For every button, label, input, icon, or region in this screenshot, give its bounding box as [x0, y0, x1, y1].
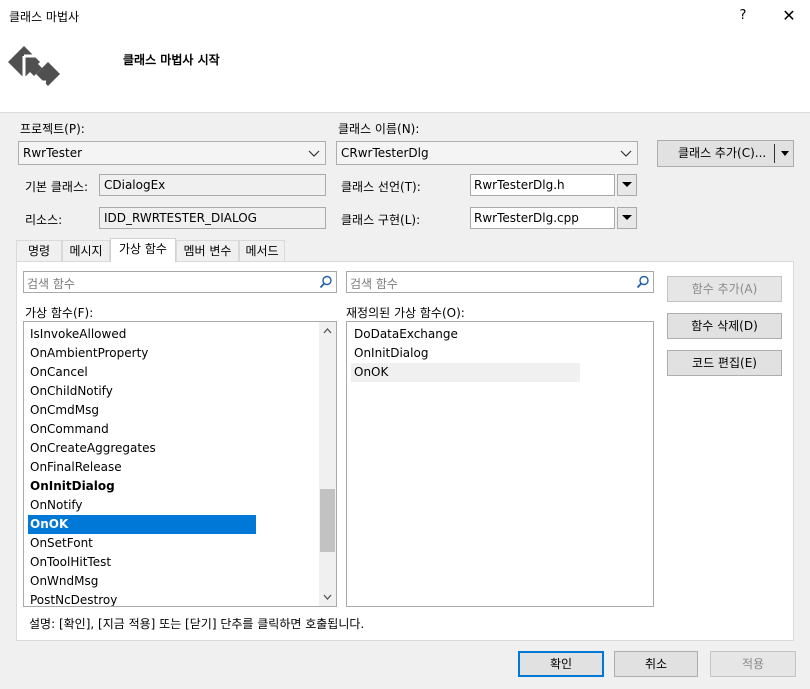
- project-value: RwrTester: [23, 146, 83, 160]
- project-label: 프로젝트(P):: [20, 122, 85, 136]
- delete-function-button[interactable]: 함수 삭제(D): [667, 313, 782, 339]
- caret-down-icon: [622, 182, 632, 187]
- list-item[interactable]: OnCmdMsg: [30, 401, 99, 420]
- cancel-button[interactable]: 취소: [614, 651, 698, 677]
- class-wizard-logo-icon: [6, 38, 62, 94]
- class-impl-field[interactable]: RwrTesterDlg.cpp: [470, 207, 615, 229]
- list-item[interactable]: OnCancel: [30, 363, 88, 382]
- list-item[interactable]: OnChildNotify: [30, 382, 113, 401]
- list-item[interactable]: OnSetFont: [30, 534, 93, 553]
- scrollbar-thumb[interactable]: [320, 489, 335, 552]
- virtual-functions-label: 가상 함수(F):: [25, 306, 94, 320]
- class-impl-label: 클래스 구현(L):: [341, 213, 421, 227]
- list-item[interactable]: OnInitDialog: [354, 344, 428, 363]
- virtual-functions-list[interactable]: IsInvokeAllowed OnAmbientProperty OnCanc…: [23, 321, 337, 607]
- class-impl-dropdown-button[interactable]: [617, 207, 637, 229]
- title-bar: [0, 0, 810, 32]
- list-item[interactable]: PostNcDestroy: [30, 591, 117, 606]
- class-name-combo[interactable]: CRwrTesterDlg: [336, 141, 638, 165]
- header-title: 클래스 마법사 시작: [123, 53, 220, 67]
- add-class-split-button[interactable]: 클래스 추가(C)...: [657, 140, 794, 167]
- list-item[interactable]: OnAmbientProperty: [30, 344, 148, 363]
- scroll-up-arrow-icon[interactable]: [323, 328, 332, 334]
- overridden-functions-label: 재정의된 가상 함수(O):: [346, 306, 465, 320]
- add-function-button[interactable]: 함수 추가(A): [667, 276, 782, 302]
- base-class-value: CDialogEx: [104, 178, 166, 192]
- virtual-function-search-input[interactable]: 검색 함수: [23, 271, 337, 293]
- base-class-label: 기본 클래스:: [25, 180, 89, 194]
- tab-messages[interactable]: 메시지: [62, 240, 110, 262]
- list-item[interactable]: OnToolHitTest: [30, 553, 111, 572]
- list-item-selected[interactable]: OnOK: [28, 515, 256, 534]
- add-class-button-label: 클래스 추가(C)...: [678, 146, 767, 160]
- overridden-function-search-input[interactable]: 검색 함수: [346, 271, 654, 293]
- list-item-selected[interactable]: OnOK: [351, 363, 580, 382]
- search-placeholder: 검색 함수: [27, 277, 75, 291]
- list-item[interactable]: OnCommand: [30, 420, 109, 439]
- ok-button[interactable]: 확인: [518, 651, 604, 677]
- class-decl-value: RwrTesterDlg.h: [474, 178, 565, 192]
- resource-label: 리소스:: [25, 213, 63, 227]
- wizard-header: [0, 32, 810, 113]
- list-item[interactable]: OnWndMsg: [30, 572, 98, 591]
- description-text: 설명: [확인], [지금 적용] 또는 [닫기] 단추를 클릭하면 호출됩니다…: [29, 617, 365, 631]
- tab-methods[interactable]: 메서드: [239, 240, 285, 262]
- chevron-down-icon: [308, 150, 320, 157]
- list-item-overridden[interactable]: OnInitDialog: [30, 477, 115, 496]
- class-decl-field[interactable]: RwrTesterDlg.h: [470, 174, 615, 196]
- split-divider: [774, 144, 775, 163]
- caret-down-icon[interactable]: [781, 151, 789, 157]
- tab-member-variables[interactable]: 멤버 변수: [176, 240, 239, 262]
- list-item[interactable]: IsInvokeAllowed: [30, 325, 126, 344]
- tab-virtual-functions[interactable]: 가상 함수: [110, 238, 176, 262]
- class-impl-value: RwrTesterDlg.cpp: [474, 211, 579, 225]
- search-icon[interactable]: [636, 275, 650, 289]
- list-item[interactable]: OnFinalRelease: [30, 458, 122, 477]
- class-decl-dropdown-button[interactable]: [617, 174, 637, 196]
- class-name-value: CRwrTesterDlg: [341, 146, 429, 160]
- apply-button[interactable]: 적용: [710, 651, 796, 677]
- resource-value: IDD_RWRTESTER_DIALOG: [104, 211, 257, 225]
- class-name-label: 클래스 이름(N):: [338, 122, 420, 136]
- chevron-down-icon: [620, 150, 632, 157]
- list-item[interactable]: OnNotify: [30, 496, 83, 515]
- overridden-functions-list[interactable]: DoDataExchange OnInitDialog OnOK: [346, 321, 654, 607]
- project-combo[interactable]: RwrTester: [18, 141, 326, 165]
- base-class-field: CDialogEx: [99, 174, 326, 196]
- caret-down-icon: [622, 215, 632, 220]
- search-placeholder: 검색 함수: [350, 277, 398, 291]
- window-title: 클래스 마법사: [9, 10, 80, 24]
- tab-commands[interactable]: 명령: [16, 240, 62, 262]
- edit-code-button[interactable]: 코드 편집(E): [667, 350, 782, 376]
- list-item[interactable]: OnCreateAggregates: [30, 439, 156, 458]
- class-decl-label: 클래스 선언(T):: [341, 180, 421, 194]
- search-icon[interactable]: [319, 275, 333, 289]
- list-item[interactable]: DoDataExchange: [354, 325, 458, 344]
- help-button[interactable]: ?: [730, 4, 756, 28]
- close-button[interactable]: ✕: [774, 4, 804, 28]
- vertical-scrollbar[interactable]: [319, 322, 336, 606]
- scroll-down-arrow-icon[interactable]: [323, 594, 332, 600]
- resource-field: IDD_RWRTESTER_DIALOG: [99, 207, 326, 229]
